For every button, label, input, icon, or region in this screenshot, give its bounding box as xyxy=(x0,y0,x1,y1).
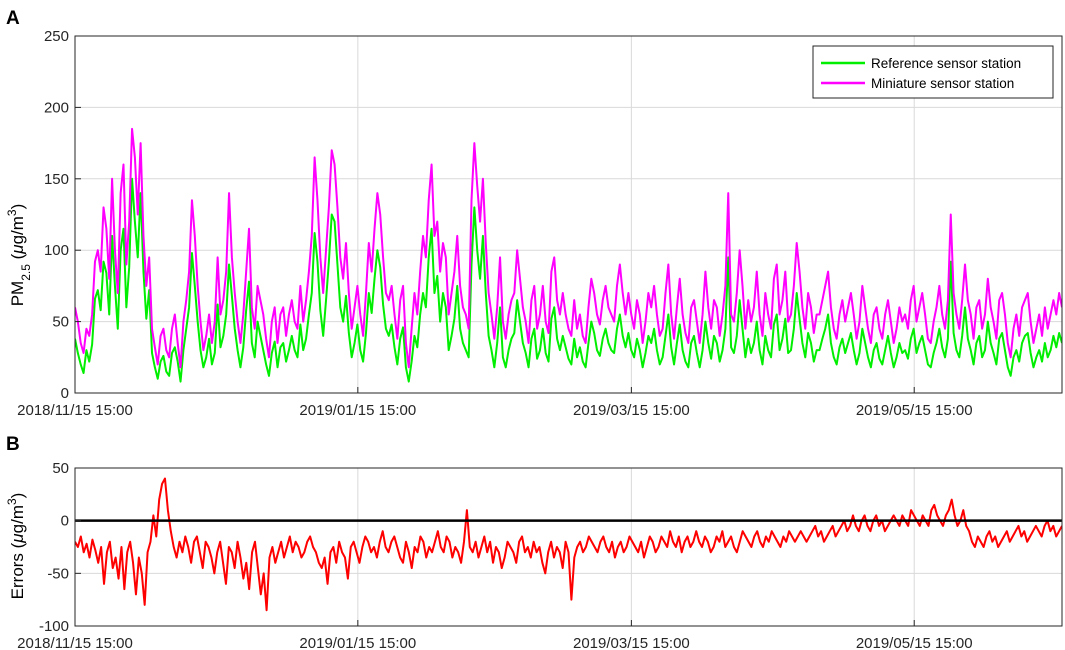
panel-b-grid xyxy=(74,467,1062,627)
x-tick-label: 2019/05/15 15:00 xyxy=(856,635,973,650)
panel-a-y-label: PM2.5 (μg/m3) xyxy=(5,204,33,307)
x-tick-label: 2019/01/15 15:00 xyxy=(299,402,416,419)
legend: Reference sensor station Miniature sensor… xyxy=(812,45,1054,99)
panel-b: -100 -50 0 50 2018/11/15 15:00 2019/01/15 15… xyxy=(5,434,1063,650)
x-tick-label: 2019/03/15 15:00 xyxy=(573,402,690,419)
panel-b-y-label: Errors (μg/m3) xyxy=(5,493,27,600)
x-tick-label: 2019/01/15 15:00 xyxy=(299,635,416,650)
y-tick-label: -100 xyxy=(39,618,69,635)
panel-a-letter: A xyxy=(6,8,20,29)
y-tick-label: 0 xyxy=(61,385,69,402)
y-tick-label: 200 xyxy=(44,99,69,116)
x-tick-label: 2019/03/15 15:00 xyxy=(573,635,690,650)
legend-label: Miniature sensor station xyxy=(871,76,1014,91)
x-tick-label: 2019/05/15 15:00 xyxy=(856,402,973,419)
figure: 0 50 100 150 200 250 2018/11/15 15:00 2019/01/… xyxy=(5,8,1063,650)
y-tick-label: 100 xyxy=(44,242,69,259)
panel-a-x-ticks: 2018/11/15 15:00 2019/01/15 15:00 2019/03/… xyxy=(17,387,973,419)
y-tick-label: 50 xyxy=(52,460,69,477)
panel-a: 0 50 100 150 200 250 2018/11/15 15:00 2019/01/… xyxy=(5,8,1063,419)
panel-b-letter: B xyxy=(6,434,20,455)
x-tick-label: 2018/11/15 15:00 xyxy=(17,402,133,419)
panel-b-x-ticks: 2018/11/15 15:00 2019/01/15 15:00 2019/03/… xyxy=(17,620,973,650)
y-tick-label: -50 xyxy=(47,565,69,582)
y-tick-label: 0 xyxy=(61,513,69,530)
x-tick-label: 2018/11/15 15:00 xyxy=(17,635,133,650)
y-tick-label: 150 xyxy=(44,171,69,188)
legend-label: Reference sensor station xyxy=(871,56,1021,71)
y-tick-label: 250 xyxy=(44,28,69,45)
y-tick-label: 50 xyxy=(52,314,69,331)
